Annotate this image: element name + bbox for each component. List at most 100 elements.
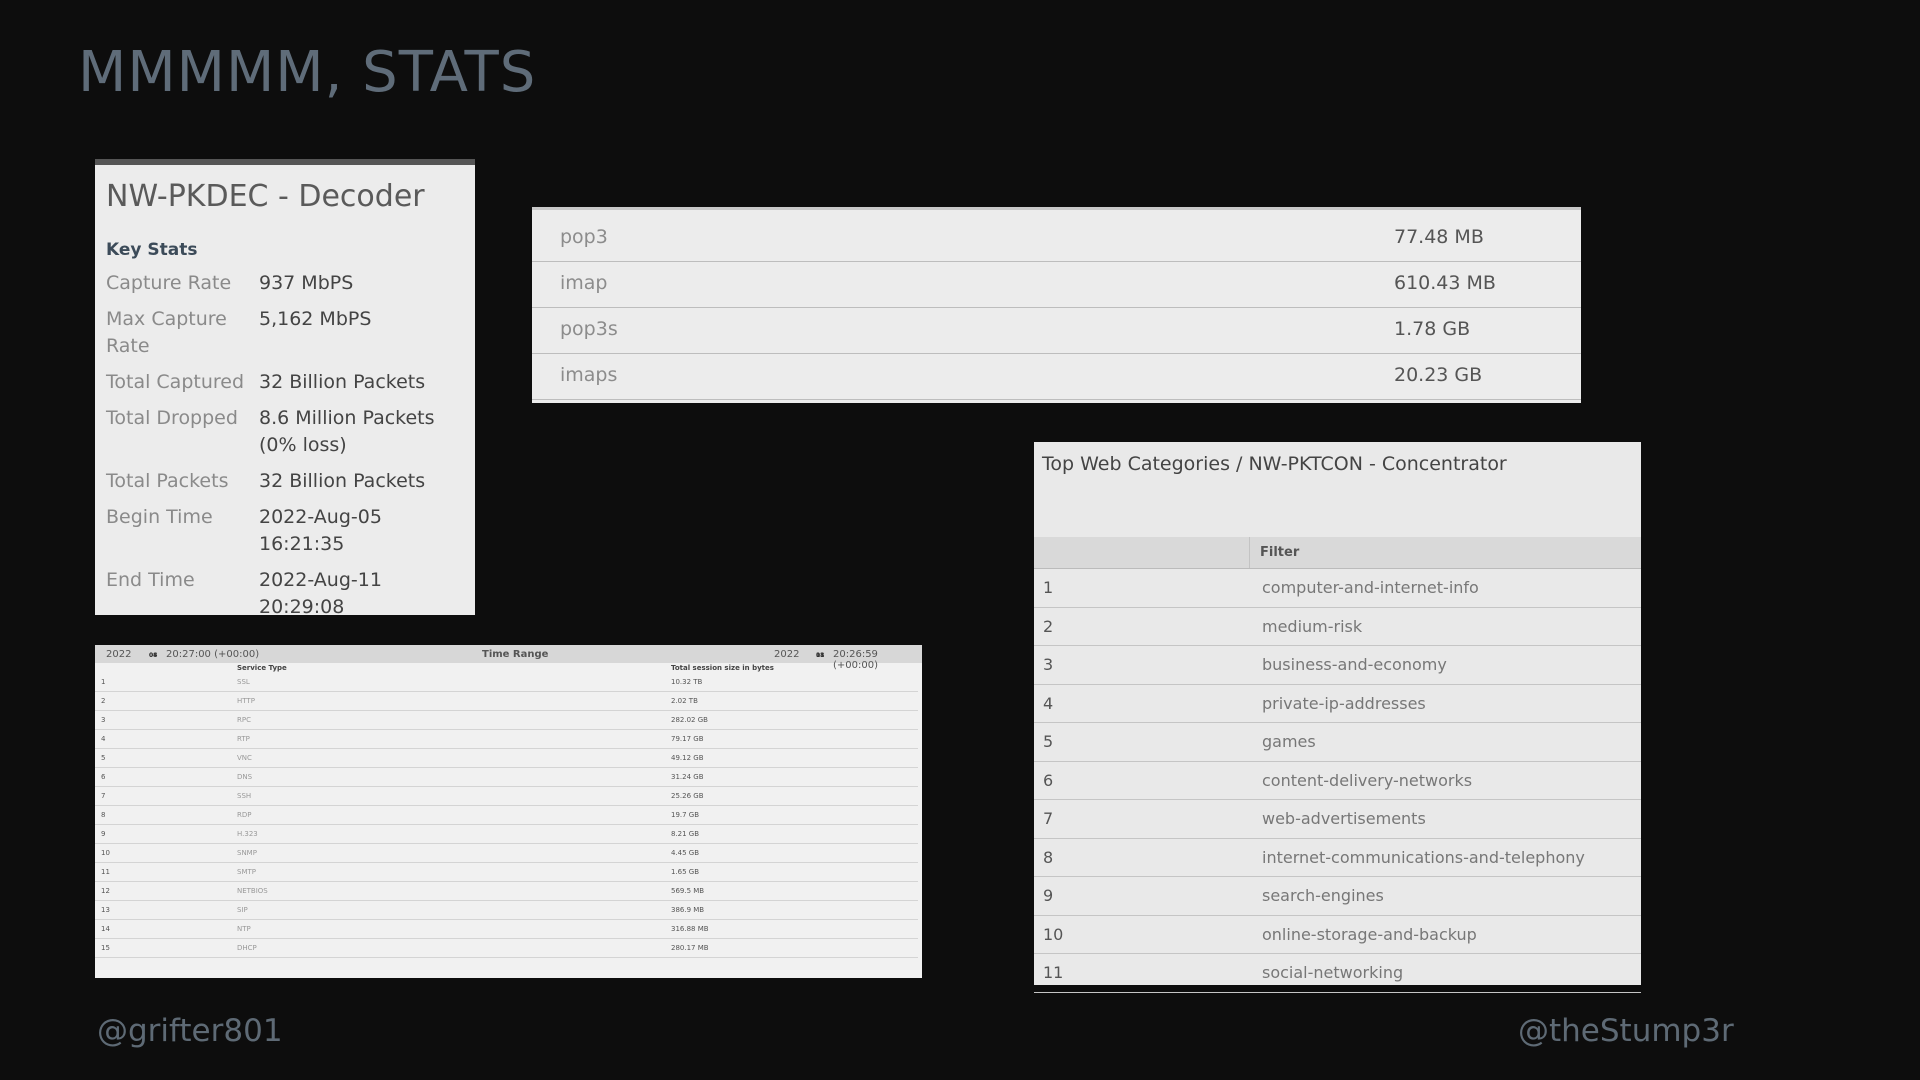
table-row[interactable]: 13 SIP 386.9 MB [95, 900, 918, 920]
stat-value: 32 Billion Packets [259, 371, 426, 393]
start-year[interactable]: 2022 [106, 649, 131, 660]
table-row[interactable]: 9 H.323 8.21 GB [95, 824, 918, 844]
row-index: 11 [1043, 963, 1064, 982]
table-row[interactable]: 3 RPC 282.02 GB [95, 710, 918, 730]
start-calendar-icon[interactable]: 08 04 [145, 649, 157, 660]
stat-value: 8.6 Million Packets (0% loss) [259, 407, 435, 456]
category-name: private-ip-addresses [1262, 693, 1426, 713]
table-row[interactable]: 2 HTTP 2.02 TB [95, 691, 918, 711]
row-index: 12 [95, 881, 237, 901]
stat-label: End Time [106, 569, 195, 591]
category-name: internet-communications-and-telephony [1262, 847, 1585, 867]
total-size-cell: 386.9 MB [671, 900, 918, 920]
table-row[interactable]: 8 RDP 19.7 GB [95, 805, 918, 825]
key-stats-table: Capture Rate 937 MbPS Max Capture Rate 5,1… [106, 270, 465, 630]
table-row[interactable]: 4 RTP 79.17 GB [95, 729, 918, 749]
row-index: 3 [95, 710, 237, 730]
service-type-cell: SMTP [237, 862, 671, 882]
list-item[interactable]: 7 web-advertisements [1034, 800, 1641, 839]
total-size-cell: 280.17 MB [671, 938, 918, 958]
service-type-header[interactable]: Service Type [237, 663, 671, 673]
list-item[interactable]: 3 business-and-economy [1034, 646, 1641, 685]
row-index: 6 [95, 767, 237, 787]
list-item[interactable]: 11 social-networking [1034, 954, 1641, 993]
list-item[interactable]: 8 internet-communications-and-telephony [1034, 839, 1641, 877]
time-range-label: Time Range [482, 649, 549, 660]
stat-label: Capture Rate [106, 272, 232, 294]
filter-column-header[interactable]: Filter [1260, 545, 1299, 560]
protocol-size: 1.78 GB [1394, 318, 1471, 340]
protocol-size: 610.43 MB [1394, 272, 1496, 294]
table-row[interactable]: 6 DNS 31.24 GB [95, 767, 918, 787]
service-type-cell: SSH [237, 786, 671, 806]
row-index: 9 [1043, 886, 1054, 905]
service-type-panel: 2022 08 04 20:27:00 (+00:00) Time Range 2… [95, 645, 922, 978]
start-time[interactable]: 20:27:00 (+00:00) [166, 649, 259, 660]
service-type-cell: DNS [237, 767, 671, 787]
table-row[interactable]: 1 SSL 10.32 TB [95, 673, 918, 692]
row-index: 2 [1043, 616, 1054, 636]
list-item[interactable]: 5 games [1034, 723, 1641, 762]
row-index: 7 [1043, 809, 1054, 828]
list-item[interactable]: 6 content-delivery-networks [1034, 762, 1641, 800]
list-item[interactable]: 10 online-storage-and-backup [1034, 916, 1641, 954]
category-name: social-networking [1262, 963, 1404, 982]
total-size-cell: 282.02 GB [671, 710, 918, 730]
table-row[interactable]: 11 SMTP 1.65 GB [95, 862, 918, 882]
total-size-cell: 10.32 TB [671, 673, 918, 692]
category-name: games [1262, 732, 1316, 751]
protocol-size: 77.48 MB [1394, 226, 1484, 248]
end-calendar-icon[interactable]: 08 11 [812, 649, 824, 660]
row-index: 5 [95, 748, 237, 768]
stat-row: Capture Rate 937 MbPS [106, 270, 465, 306]
stat-value: 5,162 MbPS [259, 308, 372, 330]
table-row[interactable]: 14 NTP 316.88 MB [95, 919, 918, 939]
end-year[interactable]: 2022 [774, 649, 799, 660]
protocol-row: imaps 20.23 GB [532, 354, 1581, 400]
total-size-cell: 31.24 GB [671, 767, 918, 787]
stat-row: Total Captured 32 Billion Packets [106, 369, 465, 405]
stat-row: Begin Time 2022-Aug-05 16:21:35 [106, 504, 465, 567]
protocol-size: 20.23 GB [1394, 364, 1483, 386]
table-row[interactable]: 10 SNMP 4.45 GB [95, 843, 918, 863]
service-type-cell: H.323 [237, 824, 671, 844]
list-item[interactable]: 1 computer-and-internet-info [1034, 569, 1641, 608]
service-type-cell: RDP [237, 805, 671, 825]
web-categories-panel: Top Web Categories / NW-PKTCON - Concent… [1034, 442, 1641, 993]
total-size-cell: 1.65 GB [671, 862, 918, 882]
list-item[interactable]: 4 private-ip-addresses [1034, 685, 1641, 723]
table-row[interactable]: 12 NETBIOS 569.5 MB [95, 881, 918, 901]
protocol-row: pop3s 1.78 GB [532, 308, 1581, 354]
web-categories-title: Top Web Categories / NW-PKTCON - Concent… [1042, 453, 1507, 475]
stat-value: 937 MbPS [259, 272, 354, 294]
footer-handle-right: @theStump3r [1518, 1013, 1734, 1049]
web-categories-header: Filter [1034, 537, 1641, 569]
service-type-cell: HTTP [237, 691, 671, 711]
service-table-header: Service Type Total session size in bytes [95, 663, 918, 673]
category-name: medium-risk [1262, 616, 1363, 636]
row-index: 1 [95, 673, 237, 692]
total-size-cell: 79.17 GB [671, 729, 918, 749]
list-item[interactable]: 2 medium-risk [1034, 608, 1641, 646]
stat-label: Begin Time [106, 506, 213, 528]
row-index: 1 [1043, 578, 1054, 597]
row-index: 4 [1043, 693, 1054, 713]
end-time[interactable]: 20:26:59 (+00:00) [833, 649, 922, 671]
row-index: 7 [95, 786, 237, 806]
service-type-cell: SNMP [237, 843, 671, 863]
row-index: 2 [95, 691, 237, 711]
row-index: 8 [1043, 847, 1054, 867]
table-row[interactable]: 5 VNC 49.12 GB [95, 748, 918, 768]
list-item[interactable]: 9 search-engines [1034, 877, 1641, 916]
table-row[interactable]: 7 SSH 25.26 GB [95, 786, 918, 806]
stat-row: Total Dropped 8.6 Million Packets (0% los… [106, 405, 465, 468]
total-size-cell: 49.12 GB [671, 748, 918, 768]
stat-label: Total Dropped [106, 407, 238, 429]
category-name: content-delivery-networks [1262, 770, 1473, 790]
row-index: 3 [1043, 655, 1054, 674]
protocol-name: pop3 [560, 226, 608, 248]
stat-value: 2022-Aug-05 16:21:35 [259, 506, 382, 555]
column-divider [1249, 537, 1250, 568]
row-index: 14 [95, 919, 237, 939]
table-row[interactable]: 15 DHCP 280.17 MB [95, 938, 918, 958]
